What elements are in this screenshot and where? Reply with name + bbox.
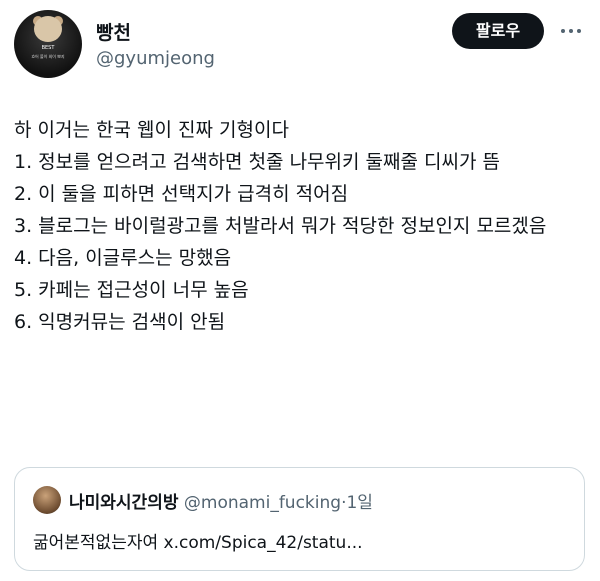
tweet-line: 1. 정보를 얻으려고 검색하면 첫줄 나무위키 둘째줄 디씨가 뜸 (14, 151, 500, 173)
author-handle[interactable]: @gyumjeong (96, 48, 215, 69)
tweet-text: 하 이거는 한국 웹이 진짜 기형이다 1. 정보를 얻으려고 검색하면 첫줄 … (14, 116, 590, 340)
avatar-hamster-face (34, 16, 62, 42)
quote-handle: @monami_fucking (183, 493, 342, 513)
quote-display-name: 나미와시간의방 (69, 493, 179, 513)
quote-time: 1일 (346, 493, 373, 513)
avatar-caption-top: BEST (41, 45, 55, 51)
avatar-caption-lines: 흐어 볼이 외이 뽀지 (31, 54, 65, 59)
quote-text: 굶어본적없는자여 x.com/Spica_42/statu... (33, 533, 363, 553)
quote-tweet-card[interactable]: 나미와시간의방 @monami_fucking·1일 굶어본적없는자여 x.co… (14, 467, 585, 571)
more-dots-icon[interactable] (556, 20, 586, 42)
follow-button[interactable]: 팔로우 (452, 13, 544, 49)
tweet-line: 6. 익명커뮤는 검색이 안됨 (14, 311, 226, 333)
dot (569, 29, 573, 33)
author-display-name[interactable]: 빵천 (96, 18, 131, 45)
quote-author-avatar (33, 486, 61, 514)
tweet-line: 2. 이 둘을 피하면 선택지가 급격히 적어짐 (14, 183, 349, 205)
tweet-line: 4. 다음, 이글루스는 망했음 (14, 247, 232, 269)
tweet-line: 5. 카페는 접근성이 너무 높음 (14, 279, 249, 301)
quote-header: 나미와시간의방 @monami_fucking·1일 (69, 488, 373, 513)
author-avatar[interactable]: BEST 흐어 볼이 외이 뽀지 (14, 10, 82, 78)
tweet-line: 3. 블로그는 바이럴광고를 처발라서 뭐가 적당한 정보인지 모르겠음 (14, 215, 547, 237)
dot (561, 29, 565, 33)
dot (577, 29, 581, 33)
tweet-line: 하 이거는 한국 웹이 진짜 기형이다 (14, 119, 289, 141)
